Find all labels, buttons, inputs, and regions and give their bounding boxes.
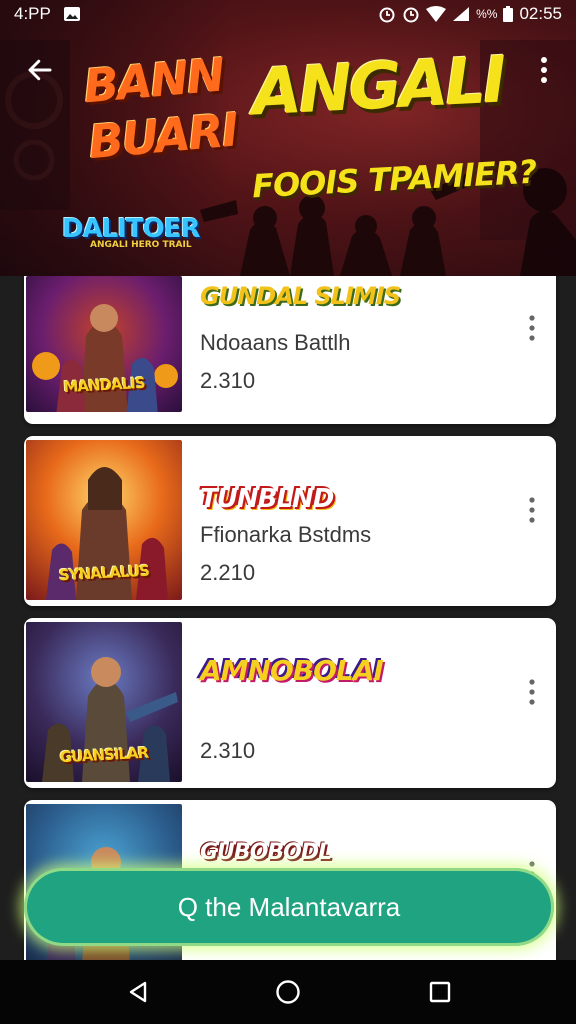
- arrow-left-icon: [28, 59, 52, 81]
- wifi-icon: [426, 6, 447, 22]
- primary-action-button[interactable]: Q the Malantavarra: [24, 868, 554, 946]
- status-bar: 4:PP %% 02:55: [0, 0, 576, 28]
- card-menu-button[interactable]: [520, 310, 544, 346]
- signal-icon: [453, 7, 470, 21]
- nav-back-button[interactable]: [116, 974, 160, 1010]
- game-thumbnail: GUANSILAR: [26, 622, 182, 782]
- game-card[interactable]: MANDALIS GUNDAL SLIMIS Ndoaans Battlh 2.…: [24, 276, 556, 424]
- nav-home-button[interactable]: [266, 974, 310, 1010]
- game-count: 2.210: [200, 560, 256, 585]
- square-recents-icon: [429, 981, 451, 1003]
- alarm-icon: [403, 7, 419, 23]
- circle-home-icon: [276, 980, 300, 1004]
- more-vert-icon: [541, 57, 547, 83]
- banner-logo: DALITOER ANGALI HERO TRAIL: [62, 214, 201, 250]
- game-title: Ffionarka Bstdms: [200, 522, 372, 547]
- back-button[interactable]: [20, 50, 60, 90]
- status-time-left: 4:PP: [14, 4, 51, 23]
- game-thumbnail: MANDALIS: [26, 276, 182, 412]
- card-menu-button[interactable]: [520, 674, 544, 710]
- more-vert-icon: [529, 679, 535, 705]
- more-vert-icon: [529, 497, 535, 523]
- screen: BANN BUARI ANGALI FOOIS TPAMIER? DALITOE…: [0, 0, 576, 1024]
- game-card[interactable]: GUANSILAR AMNOBOLAI 2.310: [24, 618, 556, 788]
- overflow-menu-button[interactable]: [526, 50, 562, 90]
- card-menu-button[interactable]: [520, 492, 544, 528]
- banner-title-left: BANN BUARI: [81, 46, 239, 171]
- triangle-back-icon: [129, 981, 147, 1003]
- game-logo: GUNDAL SLIMIS: [200, 282, 401, 310]
- status-clock: 02:55: [519, 4, 562, 23]
- nav-recents-button[interactable]: [418, 974, 462, 1010]
- game-count: 2.310: [200, 738, 256, 763]
- image-icon: [63, 7, 80, 21]
- game-list: MANDALIS GUNDAL SLIMIS Ndoaans Battlh 2.…: [0, 276, 576, 960]
- banner-logo-subtext: ANGALI HERO TRAIL: [90, 240, 192, 250]
- system-nav-bar: [0, 960, 576, 1024]
- battery-icon: [503, 6, 514, 22]
- battery-percent: %%: [476, 7, 498, 21]
- game-logo: TUNBLND: [200, 484, 334, 514]
- game-count: 2.310: [200, 368, 256, 393]
- more-vert-icon: [529, 315, 535, 341]
- banner-title-right: ANGALI: [250, 43, 506, 131]
- game-thumbnail: SYNALALUS: [26, 440, 182, 600]
- game-logo: GUBOBODL: [200, 840, 332, 865]
- game-card[interactable]: SYNALALUS TUNBLND Ffionarka Bstdms 2.210: [24, 436, 556, 606]
- alarm-icon: [379, 7, 395, 23]
- game-title: Ndoaans Battlh: [200, 330, 351, 355]
- game-logo: AMNOBOLAI: [200, 654, 384, 687]
- header-banner: BANN BUARI ANGALI FOOIS TPAMIER? DALITOE…: [0, 0, 576, 276]
